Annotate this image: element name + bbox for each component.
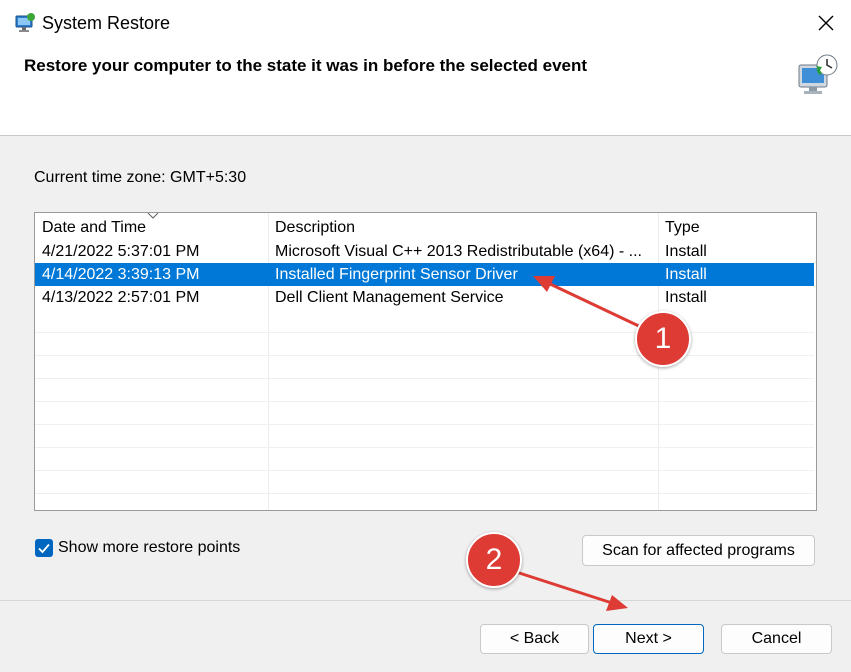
- page-heading: Restore your computer to the state it wa…: [24, 56, 588, 75]
- row-divider: [35, 378, 814, 379]
- table-row-selected[interactable]: 4/14/2022 3:39:13 PM Installed Fingerpri…: [35, 263, 814, 286]
- back-button[interactable]: < Back: [480, 624, 589, 654]
- scan-affected-programs-button[interactable]: Scan for affected programs: [582, 535, 815, 566]
- row-type: Install: [665, 243, 707, 260]
- annotation-badge-1: 1: [635, 311, 691, 367]
- column-header-type[interactable]: Type: [665, 219, 700, 237]
- row-description: Dell Client Management Service: [275, 289, 504, 306]
- column-header-description[interactable]: Description: [275, 219, 355, 237]
- close-button[interactable]: [801, 0, 851, 46]
- footer-divider: [0, 600, 851, 601]
- row-description: Installed Fingerprint Sensor Driver: [275, 266, 518, 283]
- annotation-arrowhead-2: [606, 595, 628, 611]
- row-date: 4/14/2022 3:39:13 PM: [42, 266, 200, 283]
- window-title: System Restore: [42, 13, 171, 33]
- row-divider: [35, 401, 814, 402]
- row-divider: [35, 447, 814, 448]
- row-description: Microsoft Visual C++ 2013 Redistributabl…: [275, 243, 642, 260]
- computer-restore-icon: [798, 54, 838, 94]
- timezone-label: Current time zone: GMT+5:30: [34, 169, 247, 186]
- restore-points-table[interactable]: Date and Time Description Type 4/21/2022…: [34, 212, 817, 511]
- column-header-description-label: Description: [275, 219, 356, 236]
- column-header-date-label: Date and Time: [42, 219, 147, 236]
- annotation-arrow-2: [509, 568, 613, 605]
- table-header: Date and Time Description Type: [35, 213, 816, 239]
- title-bar: System Restore: [0, 0, 851, 46]
- column-header-date[interactable]: Date and Time: [42, 219, 146, 237]
- show-more-label[interactable]: Show more restore points: [58, 539, 240, 557]
- row-type: Install: [665, 289, 707, 306]
- row-type: Install: [665, 266, 707, 283]
- row-date: 4/21/2022 5:37:01 PM: [42, 243, 200, 260]
- row-divider: [35, 332, 814, 333]
- row-divider: [35, 470, 814, 471]
- table-row[interactable]: 4/13/2022 2:57:01 PM Dell Client Managem…: [35, 286, 814, 309]
- column-header-type-label: Type: [665, 219, 700, 236]
- checkmark-icon: [38, 543, 50, 554]
- header-panel: Restore your computer to the state it wa…: [0, 46, 851, 136]
- row-divider: [35, 355, 814, 356]
- row-divider: [35, 424, 814, 425]
- close-icon: [818, 15, 834, 31]
- row-divider: [35, 493, 814, 494]
- next-button[interactable]: Next >: [593, 624, 704, 654]
- table-row[interactable]: 4/21/2022 5:37:01 PM Microsoft Visual C+…: [35, 240, 814, 263]
- cancel-button[interactable]: Cancel: [721, 624, 832, 654]
- show-more-checkbox[interactable]: [35, 539, 53, 557]
- annotation-badge-2: 2: [466, 532, 522, 588]
- row-date: 4/13/2022 2:57:01 PM: [42, 289, 200, 306]
- system-restore-app-icon: [15, 13, 35, 32]
- sort-chevron-down-icon: [147, 213, 159, 219]
